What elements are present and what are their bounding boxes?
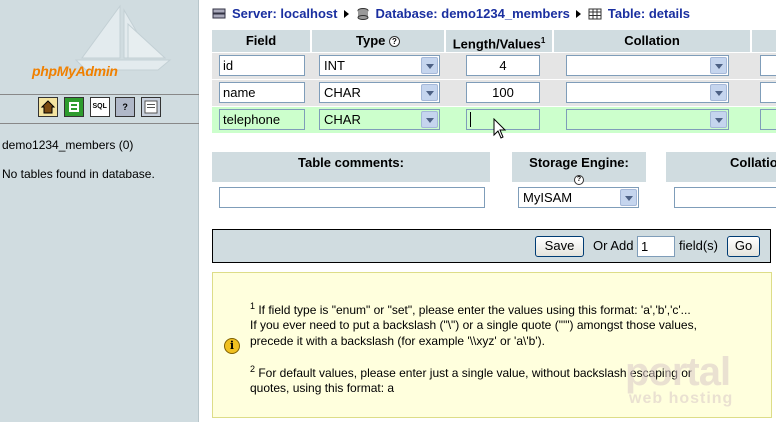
add-fields-count-input[interactable] bbox=[637, 236, 675, 257]
field-name-input[interactable] bbox=[219, 109, 305, 130]
chevron-down-icon bbox=[421, 57, 438, 74]
table-icon bbox=[588, 8, 602, 20]
main-content: Server: localhost Database: demo1234_memb… bbox=[200, 0, 776, 422]
table-comments-input[interactable] bbox=[219, 187, 485, 208]
table-collation-select[interactable] bbox=[674, 187, 776, 208]
breadcrumb: Server: localhost Database: demo1234_memb… bbox=[212, 5, 690, 21]
footnote-1-line-1: 1 If field type is "enum" or "set", plea… bbox=[250, 298, 691, 318]
footnote-1-line-3: precede it with a backslash (for example… bbox=[250, 334, 545, 348]
chevron-right-icon bbox=[343, 9, 349, 18]
phpmyadmin-logo[interactable]: phpMyAdmin bbox=[0, 0, 199, 90]
table-comments-header: Table comments: bbox=[212, 152, 490, 182]
storage-engine-select[interactable]: MyISAM bbox=[518, 187, 639, 208]
field-type-value: INT bbox=[324, 58, 345, 73]
field-type-select[interactable]: INT bbox=[319, 55, 440, 76]
table-collation-header: Collatio bbox=[666, 152, 776, 182]
docs-icon[interactable]: ? bbox=[115, 97, 136, 117]
footnote-2-line-2: quotes, using this format: a bbox=[250, 381, 395, 395]
storage-engine-header: Storage Engine: ? bbox=[512, 152, 646, 185]
field-header-label: Field bbox=[245, 33, 277, 48]
settings-icon[interactable] bbox=[140, 97, 161, 117]
chevron-down-icon bbox=[710, 84, 727, 101]
watermark-line-1: portal bbox=[625, 350, 731, 394]
logo-text-php: php bbox=[32, 63, 57, 79]
collation-header-label: Collation bbox=[624, 33, 680, 48]
col-header-collation: Collation bbox=[554, 30, 750, 52]
type-header-label: Type bbox=[355, 33, 386, 48]
length-header-label: Length/Values bbox=[452, 36, 541, 52]
chevron-down-icon bbox=[710, 57, 727, 74]
sidebar: phpMyAdmin SQL ? demo1234_members (0) No… bbox=[0, 0, 199, 422]
chevron-down-icon bbox=[620, 189, 637, 206]
chevron-down-icon bbox=[421, 111, 438, 128]
field-collation-select[interactable] bbox=[566, 82, 729, 103]
field-type-select[interactable]: CHAR bbox=[319, 109, 440, 130]
watermark-line-2: web hosting bbox=[629, 390, 734, 407]
database-link[interactable]: demo1234_members (0) bbox=[2, 138, 133, 152]
go-button[interactable]: Go bbox=[727, 236, 760, 257]
fields-label: field(s) bbox=[679, 238, 719, 253]
table-comments-label: Table comments: bbox=[298, 155, 404, 170]
field-name-input[interactable] bbox=[219, 82, 305, 103]
text-cursor bbox=[470, 112, 471, 127]
storage-engine-value: MyISAM bbox=[523, 190, 573, 205]
sql-label: SQL bbox=[92, 103, 107, 110]
col-header-type: Type ? bbox=[312, 30, 444, 52]
footnote-1-text: If field type is "enum" or "set", please… bbox=[255, 303, 691, 317]
field-length-input[interactable] bbox=[466, 82, 540, 103]
field-type-value: CHAR bbox=[324, 85, 361, 100]
sidebar-toolbar: SQL ? bbox=[0, 94, 199, 124]
breadcrumb-database[interactable]: Database: demo1234_members bbox=[376, 6, 570, 21]
col-header-field: Field bbox=[212, 30, 310, 52]
col-header-length: Length/Values1 bbox=[446, 30, 552, 52]
save-button[interactable]: Save bbox=[535, 236, 584, 257]
chevron-down-icon bbox=[710, 111, 727, 128]
server-icon bbox=[212, 8, 226, 19]
help-icon[interactable]: ? bbox=[389, 36, 400, 48]
chevron-right-icon bbox=[575, 9, 581, 18]
footnotes-panel: i 1 If field type is "enum" or "set", pl… bbox=[212, 272, 772, 418]
no-tables-message: No tables found in database. bbox=[2, 167, 155, 181]
logo-text-myadmin: MyAdmin bbox=[56, 63, 118, 79]
logo-text: phpMyAdmin bbox=[32, 63, 118, 79]
info-icon: i bbox=[224, 338, 240, 354]
footnote-1-line-2: If you ever need to put a backslash ("\"… bbox=[250, 318, 697, 332]
field-collation-select[interactable] bbox=[566, 55, 729, 76]
database-icon bbox=[357, 7, 368, 20]
table-collation-label: Collatio bbox=[730, 155, 776, 170]
home-icon[interactable] bbox=[38, 97, 59, 117]
field-extra-input[interactable] bbox=[760, 109, 776, 130]
portal-watermark-logo: portal web hosting bbox=[625, 350, 734, 407]
sql-icon[interactable] bbox=[63, 97, 84, 117]
field-extra-input[interactable] bbox=[760, 55, 776, 76]
length-footnote-marker: 1 bbox=[540, 36, 546, 45]
help-label: ? bbox=[122, 102, 128, 112]
field-length-input[interactable] bbox=[466, 55, 540, 76]
query-window-icon[interactable]: SQL bbox=[89, 97, 110, 117]
col-header-extra bbox=[752, 30, 776, 52]
field-name-input[interactable] bbox=[219, 55, 305, 76]
help-icon[interactable]: ? bbox=[574, 175, 584, 185]
actions-bar: Save Or Add field(s) Go bbox=[212, 229, 771, 263]
or-add-label: Or Add bbox=[593, 238, 634, 253]
field-type-value: CHAR bbox=[324, 112, 361, 127]
mouse-pointer-icon bbox=[493, 118, 507, 139]
field-collation-select[interactable] bbox=[566, 109, 729, 130]
breadcrumb-table[interactable]: Table: details bbox=[608, 6, 690, 21]
chevron-down-icon bbox=[421, 84, 438, 101]
field-type-select[interactable]: CHAR bbox=[319, 82, 440, 103]
storage-engine-label: Storage Engine: bbox=[529, 155, 629, 170]
field-extra-input[interactable] bbox=[760, 82, 776, 103]
breadcrumb-server[interactable]: Server: localhost bbox=[232, 6, 338, 21]
